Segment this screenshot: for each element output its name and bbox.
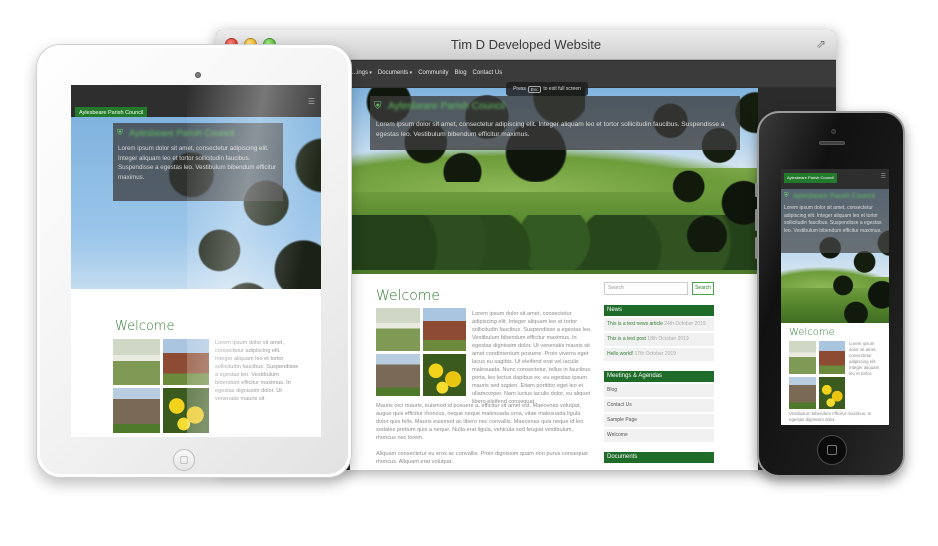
hamburger-menu-icon[interactable]: ☰	[308, 97, 315, 106]
search-button[interactable]: Search	[692, 282, 714, 295]
phone-welcome-text: Lorem ipsum dolor sit amet, consectetur …	[849, 341, 880, 376]
news-item: This is a test news article 24th October…	[604, 318, 714, 331]
page-link-sample[interactable]: Sample Page	[604, 414, 714, 427]
fullscreen-tooltip: Press Esc to exit full screen	[506, 82, 588, 96]
tablet-welcome-heading: Welcome	[115, 319, 175, 334]
tablet-home-button[interactable]	[173, 449, 195, 471]
tablet-hero-caption: ⛨ Aylesbeare Parish Council Lorem ipsum …	[113, 123, 283, 201]
hero-banner: ⛨ Aylesbeare Parish Council Lorem ipsum …	[350, 88, 758, 270]
sidebar: Search Search News This is a test news a…	[604, 282, 714, 465]
esc-key-badge: Esc	[527, 85, 542, 93]
news-item-link[interactable]: This is a test news article	[607, 321, 663, 327]
tablet-welcome-text: Lorem ipsum dolor sit amet, consectetur …	[215, 340, 299, 402]
page-link-blog[interactable]: Blog	[604, 384, 714, 397]
phone-welcome-heading: Welcome	[789, 327, 835, 338]
shield-icon: ⛨	[784, 193, 789, 199]
photo-daffodils[interactable]	[422, 353, 466, 396]
phone-screen: Aylesbeare Parish Council ☰ ⛨ Aylesbeare…	[781, 169, 889, 425]
tablet-screen: Aylesbeare Parish Council ☰ ⛨ Aylesbeare…	[71, 85, 321, 437]
search-input[interactable]: Search	[604, 282, 688, 295]
phone-home-button[interactable]	[817, 435, 847, 465]
news-heading: News	[604, 305, 714, 316]
phone-hero-text: Lorem ipsum dolor sit amet, consectetur …	[784, 205, 882, 234]
phone-welcome-text-more: Vestibulum bibendum efficitur maximus. I…	[789, 411, 872, 422]
fullscreen-tip-suffix: to exit full screen	[543, 86, 581, 92]
phone-photo-grid	[789, 341, 845, 409]
photo-village-sign[interactable]	[113, 339, 160, 385]
photo-church[interactable]	[376, 353, 420, 396]
phone-hero-title: Aylesbeare Parish Council	[793, 193, 875, 200]
news-item: Hello world! 17th October 2019	[604, 348, 714, 361]
fullscreen-tip-prefix: Press	[513, 86, 526, 92]
tablet-camera	[195, 72, 201, 78]
tablet-hero: ⛨ Aylesbeare Parish Council Lorem ipsum …	[71, 117, 321, 289]
news-item-link[interactable]: This is a test post	[607, 336, 646, 342]
search-form: Search Search	[604, 282, 714, 295]
phone-site-brand[interactable]: Aylesbeare Parish Council	[784, 173, 837, 183]
nav-item-meetings[interactable]: ...ings	[352, 70, 372, 76]
tablet-statusbar	[71, 85, 321, 99]
photo-brick-cottage[interactable]	[818, 341, 845, 374]
nav-item-community[interactable]: Community	[418, 70, 448, 76]
hero-text: Lorem ipsum dolor sit amet, consectetur …	[376, 121, 725, 138]
tablet-photo-grid	[113, 339, 209, 433]
welcome-heading: Welcome	[376, 288, 441, 304]
hamburger-menu-icon[interactable]: ☰	[881, 173, 886, 180]
tablet-device: Aylesbeare Parish Council ☰ ⛨ Aylesbeare…	[36, 44, 352, 478]
photo-daffodils[interactable]	[818, 376, 845, 409]
fullscreen-icon[interactable]: ⇗	[814, 37, 828, 51]
phone-device: Aylesbeare Parish Council ☰ ⛨ Aylesbeare…	[755, 111, 905, 477]
phone-speaker	[819, 141, 845, 145]
news-item-link[interactable]: Hello world!	[607, 351, 633, 357]
phone-navbar: Aylesbeare Parish Council ☰	[781, 169, 889, 189]
tablet-hero-title: Aylesbeare Parish Council	[129, 128, 235, 138]
welcome-body-text-full: Mauris orci mauris, euismod id posuere a…	[376, 403, 584, 441]
page-link-contact[interactable]: Contact Us	[604, 399, 714, 412]
photo-village-sign[interactable]	[376, 308, 420, 351]
meetings-heading: Meetings & Agendas	[604, 371, 714, 382]
phone-mute-switch	[755, 183, 758, 197]
hero-title: Aylesbeare Parish Council	[388, 101, 506, 112]
main-content: Welcome Lorem ipsum dolor sit amet, cons…	[350, 274, 758, 470]
documents-heading: Documents	[604, 452, 714, 463]
news-item: This is a test post 18th October 2019	[604, 333, 714, 346]
welcome-body-text: Lorem ipsum dolor sit amet, consectetur …	[472, 311, 592, 405]
photo-brick-cottage[interactable]	[422, 308, 466, 351]
phone-hero-caption: ⛨ Aylesbeare Parish Council Lorem ipsum …	[781, 189, 889, 253]
photo-church[interactable]	[113, 387, 160, 433]
hero-caption-box: ⛨ Aylesbeare Parish Council Lorem ipsum …	[370, 96, 740, 150]
news-item-date: 24th October 2019	[664, 321, 706, 327]
news-item-date: 17th October 2019	[634, 351, 676, 357]
phone-camera	[831, 129, 836, 134]
photo-village-sign[interactable]	[789, 341, 816, 374]
nav-item-documents[interactable]: Documents	[378, 70, 412, 76]
photo-brick-cottage[interactable]	[162, 339, 209, 385]
phone-hero: ⛨ Aylesbeare Parish Council Lorem ipsum …	[781, 189, 889, 323]
nav-item-contact[interactable]: Contact Us	[473, 70, 503, 76]
phone-volume-down	[755, 237, 758, 259]
news-item-date: 18th October 2019	[647, 336, 689, 342]
tablet-hero-text: Lorem ipsum dolor sit amet, consectetur …	[118, 145, 277, 181]
nav-item-blog[interactable]: Blog	[455, 70, 467, 76]
shield-icon: ⛨	[374, 101, 382, 112]
shield-icon: ⛨	[117, 128, 123, 137]
phone-volume-up	[755, 209, 758, 231]
photo-church[interactable]	[789, 376, 816, 409]
welcome-body-text-more: Aliquam consectetur eu eros ac convallis…	[376, 451, 588, 465]
photo-daffodils[interactable]	[162, 387, 209, 433]
device-mockup-stage: Tim D Developed Website ⇗ ...ings Docume…	[0, 0, 938, 546]
photo-grid	[376, 308, 466, 396]
page-link-welcome[interactable]: Welcome	[604, 429, 714, 442]
